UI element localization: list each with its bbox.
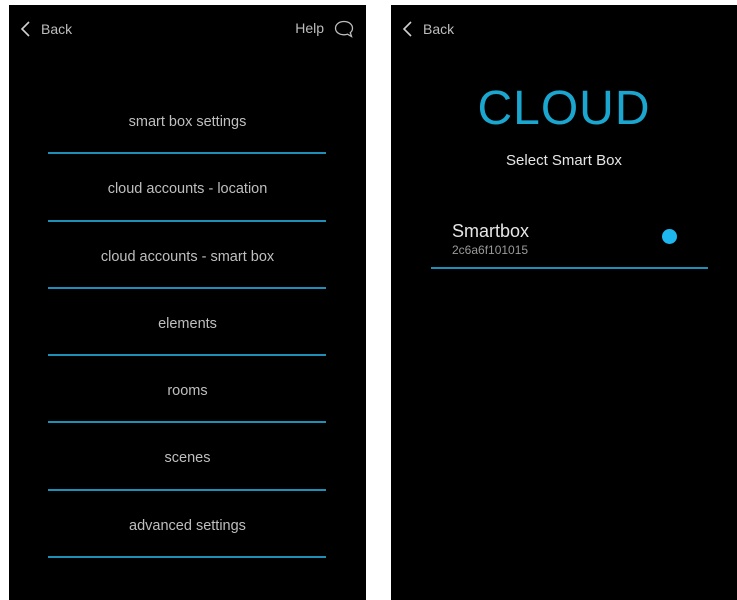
menu-item-label: elements: [158, 315, 217, 332]
menu-item-scenes[interactable]: scenes: [9, 423, 366, 491]
menu-item-cloud-accounts-smart-box[interactable]: cloud accounts - smart box: [9, 222, 366, 289]
menu-item-label: smart box settings: [128, 114, 247, 130]
menu-item-label: cloud accounts - location: [107, 181, 268, 198]
menu-item-label: rooms: [167, 383, 208, 400]
help-button[interactable]: Help: [295, 20, 324, 36]
back-label: Back: [41, 21, 73, 37]
menu-item-label: scenes: [164, 450, 211, 467]
menu-item-cloud-accounts-location[interactable]: cloud accounts - location: [9, 154, 366, 222]
divider: [431, 267, 708, 269]
smart-box-id: 2c6a6f101015: [452, 243, 529, 257]
menu-item-advanced-settings[interactable]: advanced settings: [9, 491, 366, 559]
settings-menu: smart box settings cloud accounts - loca…: [9, 87, 366, 559]
smart-box-name: Smartbox: [452, 221, 530, 241]
settings-screen: Back Help smart box settings cloud accou…: [9, 5, 366, 600]
top-bar: Back: [391, 5, 737, 53]
menu-item-label: advanced settings: [129, 517, 246, 534]
menu-item-elements[interactable]: elements: [9, 289, 366, 357]
divider: [48, 556, 326, 559]
selected-indicator-icon: [662, 229, 677, 244]
chevron-left-icon: [402, 21, 412, 37]
back-button[interactable]: Back: [401, 18, 454, 40]
back-label: Back: [423, 21, 455, 37]
menu-item-smart-box-settings[interactable]: smart box settings: [9, 87, 366, 155]
chevron-left-icon: [20, 21, 30, 37]
page-subtitle: Select Smart Box: [506, 152, 622, 169]
back-button[interactable]: Back: [19, 18, 72, 40]
top-bar: Back Help: [9, 5, 366, 53]
chat-bubble-icon[interactable]: [334, 20, 354, 38]
menu-item-rooms[interactable]: rooms: [9, 356, 366, 424]
cloud-select-screen: Back CLOUD Select Smart Box Smartbox 2c6…: [391, 5, 737, 600]
smart-box-item[interactable]: Smartbox 2c6a6f101015: [431, 213, 708, 269]
page-title: CLOUD: [477, 82, 651, 135]
menu-item-label: cloud accounts - smart box: [100, 248, 275, 265]
